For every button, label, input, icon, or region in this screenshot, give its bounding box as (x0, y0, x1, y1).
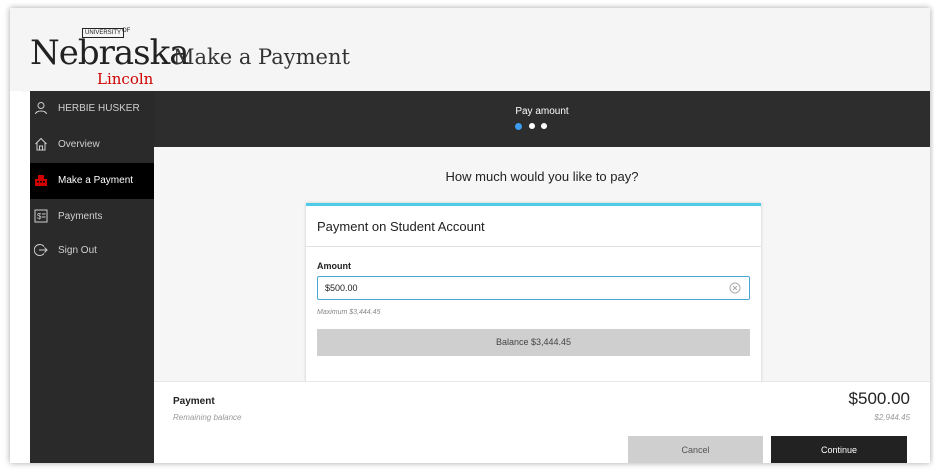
remaining-balance-amount: $2,944.45 (874, 413, 910, 422)
main-content: How much would you like to pay? Payment … (154, 147, 930, 384)
payment-summary-footer: Payment Remaining balance $500.00 $2,944… (154, 381, 930, 463)
step-dot-2 (529, 123, 535, 129)
sign-out-icon (34, 244, 48, 256)
balance-button[interactable]: Balance $3,444.45 (317, 329, 750, 356)
step-dot-1 (515, 122, 522, 130)
step-dot-3 (541, 123, 547, 129)
app-window: Nebraska UNIVERSITY OF Lincoln Make a Pa… (10, 8, 930, 463)
continue-button[interactable]: Continue (771, 436, 907, 463)
sidebar-item-label: Overview (58, 139, 100, 150)
sidebar: HERBIE HUSKER Overview Make a Payment $ (30, 91, 154, 463)
svg-text:$: $ (37, 212, 42, 221)
card-title: Payment on Student Account (317, 219, 485, 234)
clear-icon[interactable] (729, 282, 741, 294)
header: Nebraska UNIVERSITY OF Lincoln Make a Pa… (10, 8, 930, 92)
payment-amount: $500.00 (848, 389, 910, 408)
cancel-button[interactable]: Cancel (628, 436, 763, 463)
sidebar-item-make-payment[interactable]: Make a Payment (30, 163, 154, 199)
step-title: Pay amount (515, 106, 569, 117)
sidebar-item-label: Payments (58, 211, 103, 222)
amount-label: Amount (317, 261, 351, 271)
page-title: Make a Payment (173, 45, 350, 69)
cash-register-icon (35, 175, 47, 186)
logo-of-tag: OF (122, 28, 131, 34)
logo-wordmark: Nebraska (30, 33, 189, 73)
user-icon (35, 102, 47, 115)
amount-value: $500.00 (325, 283, 358, 293)
payment-label: Payment (173, 396, 215, 407)
sidebar-item-label: Make a Payment (58, 175, 134, 186)
sidebar-item-user[interactable]: HERBIE HUSKER (30, 91, 154, 127)
remaining-balance-label: Remaining balance (173, 413, 242, 422)
university-logo[interactable]: Nebraska UNIVERSITY OF Lincoln (22, 26, 189, 92)
maximum-note: Maximum $3,444.45 (317, 309, 381, 316)
dollar-bill-icon: $ (34, 209, 48, 223)
payment-card: Payment on Student Account Amount $500.0… (306, 203, 761, 384)
sidebar-item-label: HERBIE HUSKER (58, 103, 140, 114)
logo-university-tag: UNIVERSITY (82, 28, 125, 38)
home-icon (35, 137, 47, 151)
sidebar-item-payments[interactable]: $ Payments (30, 199, 154, 235)
amount-input[interactable]: $500.00 (317, 276, 750, 300)
card-divider (306, 246, 761, 247)
payment-question: How much would you like to pay? (445, 169, 639, 184)
sidebar-item-overview[interactable]: Overview (30, 127, 154, 163)
sidebar-item-sign-out[interactable]: Sign Out (30, 233, 154, 269)
logo-campus: Lincoln (97, 70, 154, 88)
sidebar-item-label: Sign Out (58, 245, 97, 256)
payment-stepper: Pay amount (154, 91, 930, 147)
